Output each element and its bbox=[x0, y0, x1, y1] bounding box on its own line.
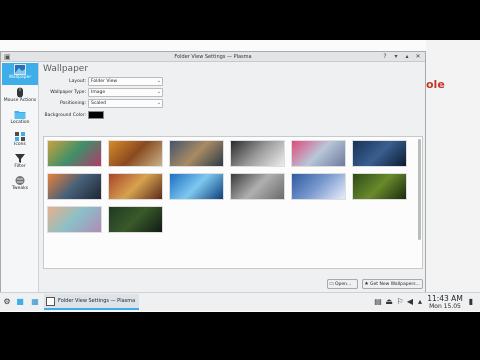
notifications-icon[interactable]: ⚐ bbox=[395, 297, 405, 307]
wallpaper-thumbnail-bw-architecture[interactable] bbox=[230, 140, 285, 167]
window-controls: ? ▾ ▴ ✕ bbox=[381, 52, 422, 62]
background-color-label: Background Color: bbox=[44, 113, 86, 118]
window-title: Folder View Settings — Plasma bbox=[174, 54, 252, 60]
layout-select[interactable]: Folder View ⌄ bbox=[88, 77, 163, 86]
sidebar-item-icons[interactable]: Icons bbox=[2, 130, 38, 152]
wallpaper-type-row: Wallpaper Type: Image ⌄ bbox=[40, 88, 240, 97]
sidebar-item-location[interactable]: Location bbox=[2, 108, 38, 130]
positioning-select[interactable]: Scaled ⌄ bbox=[88, 99, 163, 108]
page-title: Wallpaper bbox=[43, 64, 89, 74]
icons-grid-icon bbox=[15, 132, 25, 141]
clock-time: 11:43 AM bbox=[427, 294, 463, 303]
wallpaper-thumbnail-hex-pattern[interactable] bbox=[291, 140, 346, 167]
sidebar-item-label: Wallpaper bbox=[8, 75, 32, 80]
clipboard-icon[interactable]: ▤ bbox=[373, 297, 383, 307]
wallpaper-thumbnail-grey-waves[interactable] bbox=[230, 173, 285, 200]
task-item-folder-view-settings[interactable]: Folder View Settings — Plasma bbox=[44, 294, 139, 310]
wallpaper-thumbnail-blue-night-lake[interactable] bbox=[352, 140, 407, 167]
tweaks-icon bbox=[15, 176, 25, 185]
sidebar-item-label: Filter bbox=[14, 164, 26, 169]
wallpaper-thumbnail-green-foliage[interactable] bbox=[352, 173, 407, 200]
scrollbar-thumb[interactable] bbox=[418, 139, 421, 240]
tray-expand-icon[interactable]: ▴ bbox=[415, 297, 425, 307]
sidebar-item-wallpaper[interactable]: Wallpaper bbox=[2, 63, 38, 85]
background-app-text: ole bbox=[426, 78, 445, 91]
maximize-icon[interactable]: ▴ bbox=[403, 52, 411, 62]
background-application[interactable]: ole bbox=[426, 40, 480, 298]
wallpaper-thumbnail-blue-bubbles[interactable] bbox=[169, 173, 224, 200]
wallpaper-thumbnail-dark-forest[interactable] bbox=[108, 206, 163, 233]
close-icon[interactable]: ✕ bbox=[414, 52, 422, 62]
wallpaper-type-label: Wallpaper Type: bbox=[50, 90, 86, 95]
positioning-label: Positioning: bbox=[60, 101, 86, 106]
mouse-icon bbox=[17, 87, 23, 98]
get-new-wallpapers-button[interactable]: ★Get New Wallpapers... bbox=[362, 279, 423, 289]
sidebar-item-label: Mouse Actions bbox=[3, 98, 37, 103]
window-icon bbox=[46, 297, 55, 306]
star-icon: ★ bbox=[364, 281, 369, 287]
folder-view-settings-dialog: ▣ Folder View Settings — Plasma ? ▾ ▴ ✕ … bbox=[0, 51, 426, 308]
sidebar-item-mouse-actions[interactable]: Mouse Actions bbox=[2, 86, 38, 108]
minimize-icon[interactable]: ▾ bbox=[392, 52, 400, 62]
digital-clock[interactable]: 11:43 AM Mon 15.05 bbox=[427, 294, 463, 310]
wallpaper-thumbnail-cloudy-sky[interactable] bbox=[291, 173, 346, 200]
positioning-value: Scaled bbox=[91, 101, 106, 106]
wallpaper-thumbnail-sunset-lake[interactable] bbox=[47, 173, 102, 200]
devices-icon[interactable]: ⏏ bbox=[384, 297, 394, 307]
layout-label: Layout: bbox=[69, 79, 86, 84]
clock-date: Mon 15.05 bbox=[429, 303, 461, 310]
wallpaper-thumbnail-abstract-swirl[interactable] bbox=[47, 140, 102, 167]
open-button[interactable]: ▭Open... bbox=[327, 279, 358, 289]
sidebar-item-label: Location bbox=[10, 120, 30, 125]
chevron-down-icon: ⌄ bbox=[156, 100, 161, 106]
sidebar-item-label: Icons bbox=[14, 142, 26, 147]
window-titlebar[interactable]: ▣ Folder View Settings — Plasma ? ▾ ▴ ✕ bbox=[1, 52, 425, 62]
wallpaper-grid bbox=[43, 136, 423, 269]
chevron-down-icon: ⌄ bbox=[156, 78, 161, 84]
sidebar-item-tweaks[interactable]: Tweaks bbox=[2, 174, 38, 196]
layout-row: Layout: Folder View ⌄ bbox=[40, 77, 240, 86]
desktop-pager-icon[interactable]: ■ bbox=[15, 297, 25, 307]
volume-icon[interactable]: ◀ bbox=[405, 297, 415, 307]
wallpaper-icon bbox=[14, 64, 26, 75]
help-icon[interactable]: ? bbox=[381, 52, 389, 62]
task-item-label: Folder View Settings — Plasma bbox=[58, 298, 136, 304]
taskbar: ⚙ ■ ▦ Folder View Settings — Plasma ▤ ⏏ … bbox=[0, 292, 480, 311]
folder-icon bbox=[14, 111, 26, 119]
open-button-label: Open... bbox=[335, 282, 352, 287]
desktop-screen: ole ▣ Folder View Settings — Plasma ? ▾ … bbox=[0, 40, 480, 312]
positioning-row: Positioning: Scaled ⌄ bbox=[40, 99, 240, 108]
chevron-down-icon: ⌄ bbox=[156, 89, 161, 95]
folder-open-icon: ▭ bbox=[329, 281, 334, 287]
file-manager-icon[interactable]: ▦ bbox=[30, 297, 40, 307]
settings-sidebar: Wallpaper Mouse Actions Location Icons F… bbox=[1, 62, 39, 308]
sidebar-item-filter[interactable]: Filter bbox=[2, 152, 38, 174]
sidebar-item-label: Tweaks bbox=[11, 186, 29, 191]
wallpaper-thumbnail-pastel-gradient[interactable] bbox=[47, 206, 102, 233]
get-new-wallpapers-label: Get New Wallpapers... bbox=[370, 282, 420, 287]
wallpaper-type-value: Image bbox=[91, 90, 106, 95]
layout-value: Folder View bbox=[91, 79, 118, 84]
settings-main-panel: Wallpaper Layout: Folder View ⌄ Wallpape… bbox=[40, 62, 425, 308]
filter-icon bbox=[15, 154, 25, 163]
background-color-button[interactable] bbox=[88, 111, 104, 119]
background-color-row: Background Color: bbox=[40, 111, 240, 120]
show-desktop-icon[interactable]: ▮ bbox=[466, 297, 476, 307]
application-launcher-icon[interactable]: ⚙ bbox=[2, 297, 12, 307]
wallpaper-thumbnail-wooden-pier[interactable] bbox=[169, 140, 224, 167]
wallpaper-thumbnail-autumn-leaves[interactable] bbox=[108, 173, 163, 200]
wallpaper-type-select[interactable]: Image ⌄ bbox=[88, 88, 163, 97]
wallpaper-thumbnail-autumn-tree[interactable] bbox=[108, 140, 163, 167]
